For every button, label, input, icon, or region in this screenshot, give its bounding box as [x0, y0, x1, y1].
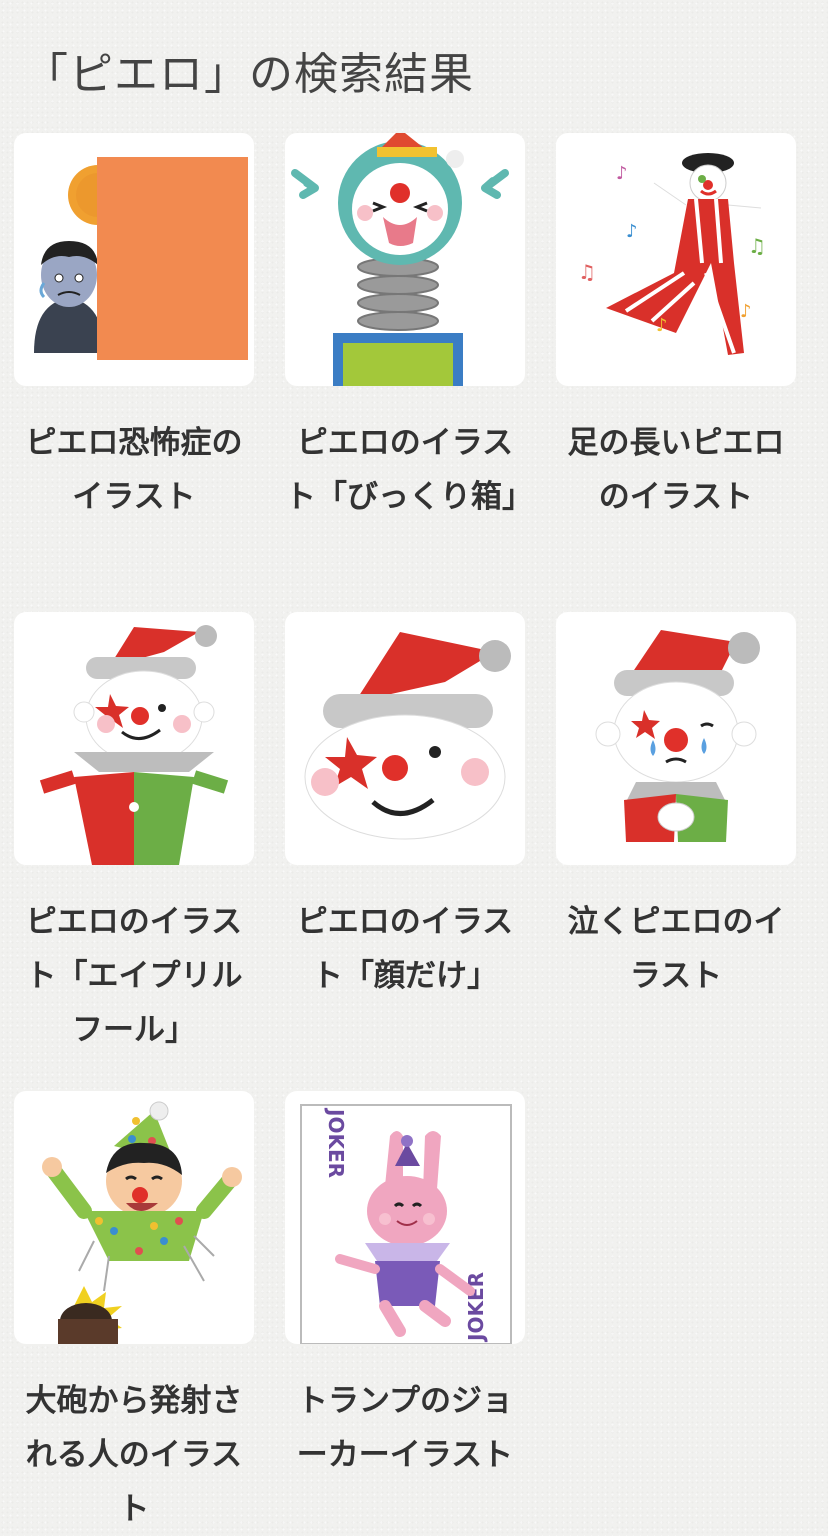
result-caption[interactable]: トランプのジョーカーイラスト	[285, 1374, 525, 1482]
scared-man-clown-icon	[34, 157, 248, 360]
result-caption[interactable]: 泣くピエロのイラスト	[556, 895, 796, 1003]
clown-face-icon	[304, 632, 511, 840]
result-card[interactable]: JOKER JOKER トランプのジョーカーイラスト	[285, 1091, 525, 1482]
joker-label-rotated: JOKER	[464, 1272, 488, 1343]
result-caption[interactable]: ピエロのイラスト「顔だけ」	[285, 895, 525, 1003]
jack-in-the-box-clown-icon	[291, 133, 509, 386]
result-card[interactable]: 泣くピエロのイラスト	[556, 612, 796, 1003]
result-card[interactable]: 大砲から発射される人のイラスト	[14, 1091, 254, 1536]
result-caption[interactable]: ピエロのイラスト「びっくり箱」	[285, 416, 533, 524]
svg-text:♫: ♫	[748, 234, 766, 258]
stilt-clown-icon: ♪ ♪ ♫ ♫ ♪ ♪	[578, 153, 766, 355]
result-thumbnail[interactable]	[14, 133, 254, 386]
svg-text:♫: ♫	[578, 260, 596, 284]
svg-text:♪: ♪	[656, 315, 668, 336]
result-thumbnail[interactable]	[14, 612, 254, 865]
svg-text:♪: ♪	[740, 301, 752, 322]
result-thumbnail[interactable]: ♪ ♪ ♫ ♫ ♪ ♪	[556, 133, 796, 386]
human-cannonball-icon	[42, 1101, 242, 1344]
svg-text:♪: ♪	[626, 221, 638, 242]
svg-text:♪: ♪	[616, 163, 628, 184]
april-fool-clown-icon	[39, 625, 229, 865]
page-title: 「ピエロ」の検索結果	[24, 49, 474, 100]
result-card[interactable]: ピエロ恐怖症のイラスト	[14, 133, 254, 524]
crying-clown-icon	[595, 630, 760, 842]
joker-label: JOKER	[324, 1107, 348, 1178]
result-thumbnail[interactable]	[285, 612, 525, 865]
result-thumbnail[interactable]	[14, 1091, 254, 1344]
result-caption[interactable]: 足の長いピエロのイラスト	[556, 416, 796, 524]
result-thumbnail[interactable]	[556, 612, 796, 865]
result-card[interactable]: ピエロのイラスト「顔だけ」	[285, 612, 525, 1003]
result-caption[interactable]: ピエロ恐怖症のイラスト	[14, 416, 254, 524]
result-card[interactable]: ピエロのイラスト「びっくり箱」	[285, 133, 533, 524]
result-thumbnail[interactable]	[285, 133, 525, 386]
result-caption[interactable]: 大砲から発射される人のイラスト	[14, 1374, 254, 1536]
result-card[interactable]: ♪ ♪ ♫ ♫ ♪ ♪ 足の長いピエロのイラスト	[556, 133, 796, 524]
joker-card-icon: JOKER JOKER	[300, 1104, 512, 1344]
result-card[interactable]: ピエロのイラスト「エイプリルフール」	[14, 612, 254, 1057]
result-thumbnail[interactable]: JOKER JOKER	[285, 1091, 525, 1344]
result-caption[interactable]: ピエロのイラスト「エイプリルフール」	[14, 895, 254, 1057]
